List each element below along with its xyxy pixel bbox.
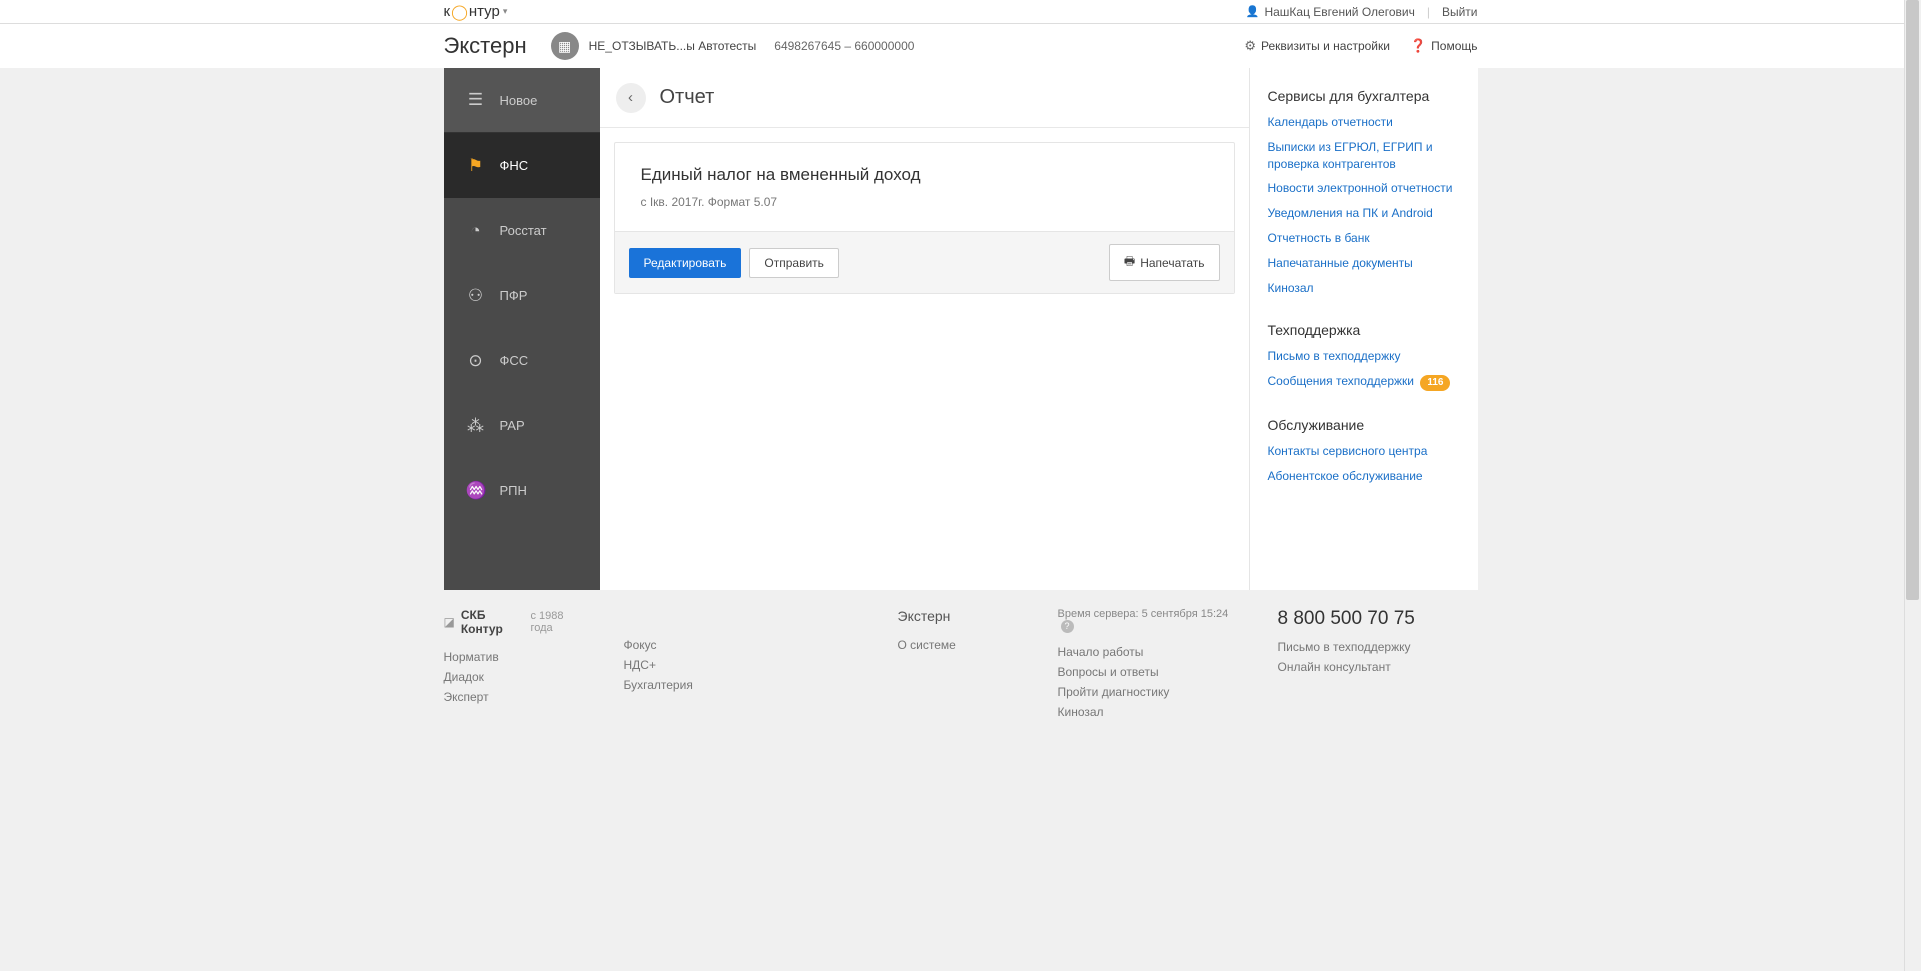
footer-link[interactable]: Бухгалтерия	[624, 678, 764, 692]
right-column: Сервисы для бухгалтера Календарь отчетно…	[1250, 68, 1478, 590]
right-link[interactable]: Новости электронной отчетности	[1268, 180, 1460, 197]
right-section-title: Сервисы для бухгалтера	[1268, 88, 1460, 104]
sidebar-item-rar[interactable]: ⁂ РАР	[444, 393, 600, 458]
print-label: Напечатать	[1140, 256, 1204, 270]
content-column: ‹ Отчет Единый налог на вмененный доход …	[600, 68, 1250, 590]
right-section-title: Обслуживание	[1268, 417, 1460, 433]
sidebar-item-label: Новое	[500, 93, 538, 108]
help-link[interactable]: ❓ Помощь	[1410, 38, 1478, 54]
user-block: 👤 НашКац Евгений Олегович | Выйти	[1246, 5, 1478, 19]
report-subtitle: с Iкв. 2017г. Формат 5.07	[641, 195, 1208, 209]
footer-since: с 1988 года	[530, 610, 583, 634]
footer-link[interactable]: Кинозал	[1058, 705, 1238, 719]
footer-link[interactable]: Фокус	[624, 638, 764, 652]
right-link[interactable]: Кинозал	[1268, 280, 1460, 297]
footer-link[interactable]: Диадок	[444, 670, 584, 684]
sidebar-item-fns[interactable]: ⚑ ФНС	[444, 133, 600, 198]
footer-head: Экстерн	[898, 608, 1018, 624]
help-icon: ❓	[1410, 38, 1426, 54]
flag-icon: ⚑	[466, 156, 486, 176]
circle-icon: ⊙	[466, 351, 486, 371]
right-link[interactable]: Отчетность в банк	[1268, 230, 1460, 247]
brand-suffix: нтур	[469, 3, 500, 20]
print-button[interactable]: 🖶 Напечатать	[1109, 244, 1220, 281]
report-card: Единый налог на вмененный доход с Iкв. 2…	[614, 142, 1235, 294]
right-link[interactable]: Напечатанные документы	[1268, 255, 1460, 272]
footer-link[interactable]: Пройти диагностику	[1058, 685, 1238, 699]
brand-logo[interactable]: к ◯ нтур ▾	[444, 3, 508, 21]
scrollbar[interactable]	[1904, 0, 1921, 971]
brand-prefix: к	[444, 3, 451, 20]
footer: ◪ СКБ Контур с 1988 года Норматив Диадок…	[444, 590, 1478, 765]
footer-link[interactable]: НДС+	[624, 658, 764, 672]
right-link[interactable]: Абонентское обслуживание	[1268, 468, 1460, 485]
server-time: Время сервера: 5 сентября 15:24 ?	[1058, 608, 1238, 633]
right-link[interactable]: Календарь отчетности	[1268, 114, 1460, 131]
app-title: Экстерн	[444, 33, 527, 59]
help-icon[interactable]: ?	[1061, 620, 1074, 633]
footer-brand: СКБ Контур	[461, 608, 525, 636]
footer-link[interactable]: Онлайн консультант	[1278, 660, 1438, 674]
header-row: Экстерн ▦ НЕ_ОТЗЫВАТЬ...ы Автотесты 6498…	[0, 24, 1921, 68]
pie-icon: ◔	[466, 221, 486, 241]
page-title: Отчет	[660, 86, 715, 109]
grapes-icon: ⁂	[466, 416, 486, 436]
right-link[interactable]: Контакты сервисного центра	[1268, 443, 1460, 460]
footer-phone: 8 800 500 70 75	[1278, 608, 1438, 630]
scrollbar-thumb[interactable]	[1906, 0, 1919, 600]
top-bar: к ◯ нтур ▾ 👤 НашКац Евгений Олегович | В…	[0, 0, 1921, 24]
footer-link[interactable]: О системе	[898, 638, 1018, 652]
sidebar-item-pfr[interactable]: ⚇ ПФР	[444, 263, 600, 328]
sidebar-item-fss[interactable]: ⊙ ФСС	[444, 328, 600, 393]
right-link-label: Сообщения техподдержки	[1268, 374, 1414, 388]
right-section-title: Техподдержка	[1268, 322, 1460, 338]
org-name[interactable]: НЕ_ОТЗЫВАТЬ...ы Автотесты	[589, 39, 757, 53]
right-link-support-msgs[interactable]: Сообщения техподдержки 116	[1268, 373, 1460, 391]
send-button[interactable]: Отправить	[749, 248, 839, 278]
right-link[interactable]: Уведомления на ПК и Android	[1268, 205, 1460, 222]
sidebar-item-label: ФСС	[500, 353, 529, 368]
help-label: Помощь	[1431, 39, 1477, 53]
footer-link[interactable]: Письмо в техподдержку	[1278, 640, 1438, 654]
settings-label: Реквизиты и настройки	[1261, 39, 1390, 53]
chevron-left-icon: ‹	[628, 89, 633, 106]
footer-logo-icon: ◪	[444, 615, 455, 629]
user-icon: 👤	[1246, 5, 1260, 18]
sidebar-item-label: РАР	[500, 418, 525, 433]
sidebar-item-label: ФНС	[500, 158, 529, 173]
people-icon: ⚇	[466, 286, 486, 306]
org-badge-icon[interactable]: ▦	[551, 32, 579, 60]
sidebar-item-label: ПФР	[500, 288, 528, 303]
footer-link[interactable]: Эксперт	[444, 690, 584, 704]
list-icon: ☰	[466, 90, 486, 110]
badge-count: 116	[1420, 375, 1450, 391]
org-codes: 6498267645 – 660000000	[774, 39, 914, 53]
sidebar-item-new[interactable]: ☰ Новое	[444, 68, 600, 133]
back-button[interactable]: ‹	[616, 83, 646, 113]
footer-link[interactable]: Вопросы и ответы	[1058, 665, 1238, 679]
footer-link[interactable]: Норматив	[444, 650, 584, 664]
sidebar-item-label: Росстат	[500, 223, 547, 238]
edit-button[interactable]: Редактировать	[629, 248, 742, 278]
separator: |	[1427, 5, 1430, 19]
sidebar-item-rosstat[interactable]: ◔ Росстат	[444, 198, 600, 263]
chevron-down-icon: ▾	[503, 6, 508, 17]
footer-link[interactable]: Начало работы	[1058, 645, 1238, 659]
sidebar-item-rpn[interactable]: ♒ РПН	[444, 458, 600, 523]
cloud-icon: ◯	[451, 3, 468, 21]
right-link[interactable]: Выписки из ЕГРЮЛ, ЕГРИП и проверка контр…	[1268, 139, 1460, 173]
sidebar-item-label: РПН	[500, 483, 527, 498]
report-title: Единый налог на вмененный доход	[641, 165, 1208, 185]
logout-link[interactable]: Выйти	[1442, 5, 1478, 19]
gear-icon: ⚙	[1244, 38, 1256, 54]
sidebar: ☰ Новое ⚑ ФНС ◔ Росстат ⚇ ПФР ⊙ ФСС ⁂ РА…	[444, 68, 600, 590]
settings-link[interactable]: ⚙ Реквизиты и настройки	[1244, 38, 1390, 54]
user-name-link[interactable]: НашКац Евгений Олегович	[1264, 5, 1414, 19]
right-link[interactable]: Письмо в техподдержку	[1268, 348, 1460, 365]
factory-icon: ♒	[466, 481, 486, 501]
print-icon: 🖶	[1124, 252, 1135, 273]
